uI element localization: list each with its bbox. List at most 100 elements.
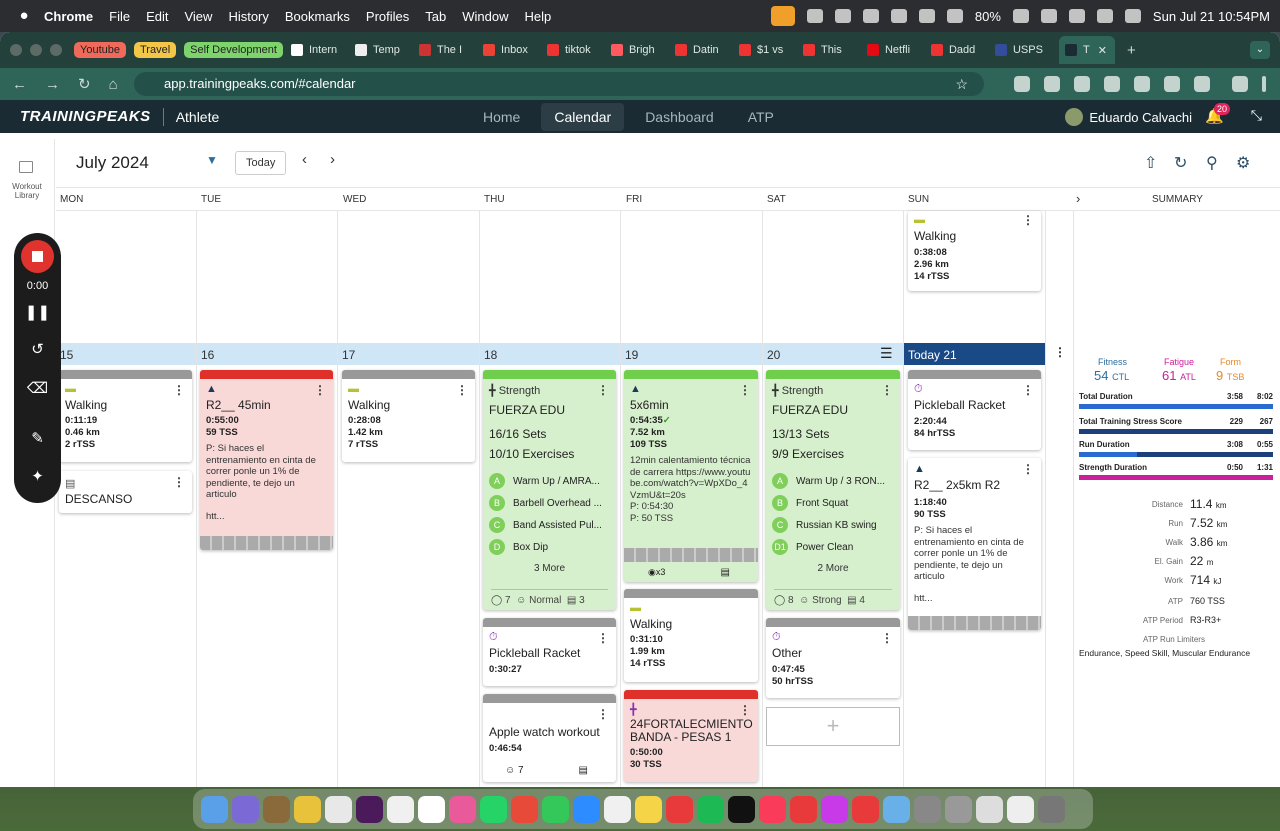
browser-tab[interactable]: Brigh [610,44,675,56]
more-options-icon[interactable]: ⋮ [1022,462,1034,476]
star-icon[interactable]: ☆ [955,72,968,96]
more-options-icon[interactable]: ⋮ [739,383,751,397]
more-icon[interactable] [1262,76,1266,92]
app-icon[interactable] [852,795,879,823]
browser-tab[interactable]: Temp [354,44,419,56]
status-icon[interactable] [806,9,823,23]
app-icon[interactable] [511,795,538,823]
photos-icon[interactable] [449,795,476,823]
extension-icon[interactable] [1014,76,1030,92]
zoom-window-button[interactable] [50,44,62,56]
finder-icon[interactable] [201,795,228,823]
close-window-button[interactable] [10,44,22,56]
slack-icon[interactable] [356,795,383,823]
workout-card[interactable]: ╋ ⋮ 24FORTALECMIENTO BANDA - PESAS 1 0:5… [624,690,758,782]
share-icon[interactable]: ⇧ [1144,153,1157,173]
menu-app-name[interactable]: Chrome [44,9,93,24]
effects-icon[interactable]: ✦ [14,467,61,485]
exercise-item[interactable]: D1 Power Clean [772,539,900,555]
trainingpeaks-logo[interactable]: TRAININGPEAKS [20,108,151,125]
close-icon[interactable]: ✕ [1098,44,1107,57]
preview-icon[interactable] [883,795,910,823]
browser-tab[interactable]: tiktok [546,44,611,56]
app-icon[interactable] [263,795,290,823]
exercise-item[interactable]: D Box Dip [489,539,616,555]
browser-tab[interactable]: USPS [994,44,1059,56]
strength-workout-card[interactable]: ╋ Strength ⋮ FUERZA EDU 13/13 Sets 9/9 E… [766,370,900,610]
hamburger-icon[interactable]: ☰ [880,345,893,362]
moon-icon[interactable] [918,9,935,23]
expand-icon[interactable]: ⤡ [1251,107,1262,124]
tab-group-travel[interactable]: Travel [133,42,177,58]
more-options-icon[interactable]: ⋮ [1054,345,1066,359]
extension-icon[interactable] [1074,76,1090,92]
menu-window[interactable]: Window [462,9,508,24]
reload-icon[interactable]: ↻ [78,75,91,93]
calendar-settings-icon[interactable]: ⚙ [1236,153,1250,173]
nav-atp[interactable]: ATP [735,103,787,131]
menu-file[interactable]: File [109,9,130,24]
browser-tab[interactable]: This [802,44,867,56]
chevron-down-icon[interactable]: ▼ [206,153,218,167]
trash-icon[interactable]: ⌫ [14,379,61,397]
notes-icon[interactable] [635,795,662,823]
tab-group-youtube[interactable]: Youtube [74,42,126,58]
hemingway-icon[interactable] [418,795,445,823]
exercise-item[interactable]: A Warm Up / AMRA... [489,473,616,489]
zoom-icon[interactable] [573,795,600,823]
microphone-icon[interactable] [770,6,795,26]
apple-icon[interactable]: ● [16,8,32,24]
more-options-icon[interactable]: ⋮ [597,383,609,397]
more-options-icon[interactable]: ⋮ [1022,213,1034,227]
more-options-icon[interactable]: ⋮ [881,631,893,645]
app-icon[interactable] [914,795,941,823]
settings-icon[interactable] [945,795,972,823]
stop-recording-button[interactable] [21,240,54,273]
textedit-icon[interactable] [976,795,1003,823]
expand-summary-icon[interactable]: › [1076,191,1080,206]
tab-search-icon[interactable]: ⌄ [1250,41,1270,59]
menu-edit[interactable]: Edit [146,9,168,24]
browser-tab[interactable]: Datin [674,44,739,56]
address-bar[interactable]: app.trainingpeaks.com/#calendar ☆ [134,72,984,96]
launchpad-icon[interactable] [232,795,259,823]
home-icon[interactable]: ⌂ [109,76,118,93]
status-icon[interactable] [862,9,879,23]
pen-icon[interactable]: ✎ [14,429,61,447]
trash-icon[interactable] [1038,795,1065,823]
restart-icon[interactable]: ↺ [14,340,61,358]
extension-icon[interactable] [1134,76,1150,92]
forward-icon[interactable]: → [45,76,60,93]
workout-card[interactable]: ⋮ Apple watch workout 0:46:54 ☺ 7 ▤ [483,694,616,782]
status-icon[interactable] [834,9,851,23]
browser-tab[interactable]: $1 vs [738,44,803,56]
pause-icon[interactable]: ❚❚ [14,303,61,321]
exercise-item[interactable]: C Russian KB swing [772,517,900,533]
menu-profiles[interactable]: Profiles [366,9,409,24]
user-menu[interactable]: Eduardo Calvachi [1065,108,1192,126]
whatsapp-icon[interactable] [480,795,507,823]
more-options-icon[interactable]: ⋮ [173,475,185,489]
search-icon[interactable]: ⚲ [1206,153,1218,173]
bluetooth-icon[interactable] [890,9,907,23]
exercise-item[interactable]: C Band Assisted Pul... [489,517,616,533]
browser-tab[interactable]: Inbox [482,44,547,56]
prev-week-icon[interactable]: ‹ [302,151,307,168]
new-tab-button[interactable]: + [1127,42,1136,59]
browser-tab-active[interactable]: T ✕ [1058,36,1115,64]
tidal-icon[interactable] [728,795,755,823]
workout-card[interactable]: ▬ Walking 0:31:10 1.99 km 14 rTSS [624,589,758,682]
nav-calendar[interactable]: Calendar [541,102,625,131]
next-week-icon[interactable]: › [330,151,335,168]
control-center-icon[interactable] [1096,9,1113,23]
nav-home[interactable]: Home [470,103,533,131]
calendar-app-icon[interactable] [325,795,352,823]
more-exercises-link[interactable]: 3 More [483,563,616,574]
tab-group-self-development[interactable]: Self Development [184,42,283,58]
extension-icon[interactable] [1164,76,1180,92]
app-icon[interactable] [821,795,848,823]
nav-dashboard[interactable]: Dashboard [632,103,727,131]
workout-card[interactable]: ⏱ ⋮ Other 0:47:45 50 hrTSS [766,618,900,698]
comment-icon[interactable]: ▤ [721,567,730,578]
more-options-icon[interactable]: ⋮ [597,707,609,721]
